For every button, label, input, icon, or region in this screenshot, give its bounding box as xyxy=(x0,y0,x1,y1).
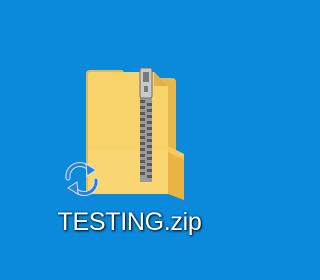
file-name-label[interactable]: TESTING.zip xyxy=(0,206,259,238)
sync-arrows-icon xyxy=(65,162,99,196)
desktop-icon-testing-zip[interactable]: TESTING.zip xyxy=(0,0,259,280)
